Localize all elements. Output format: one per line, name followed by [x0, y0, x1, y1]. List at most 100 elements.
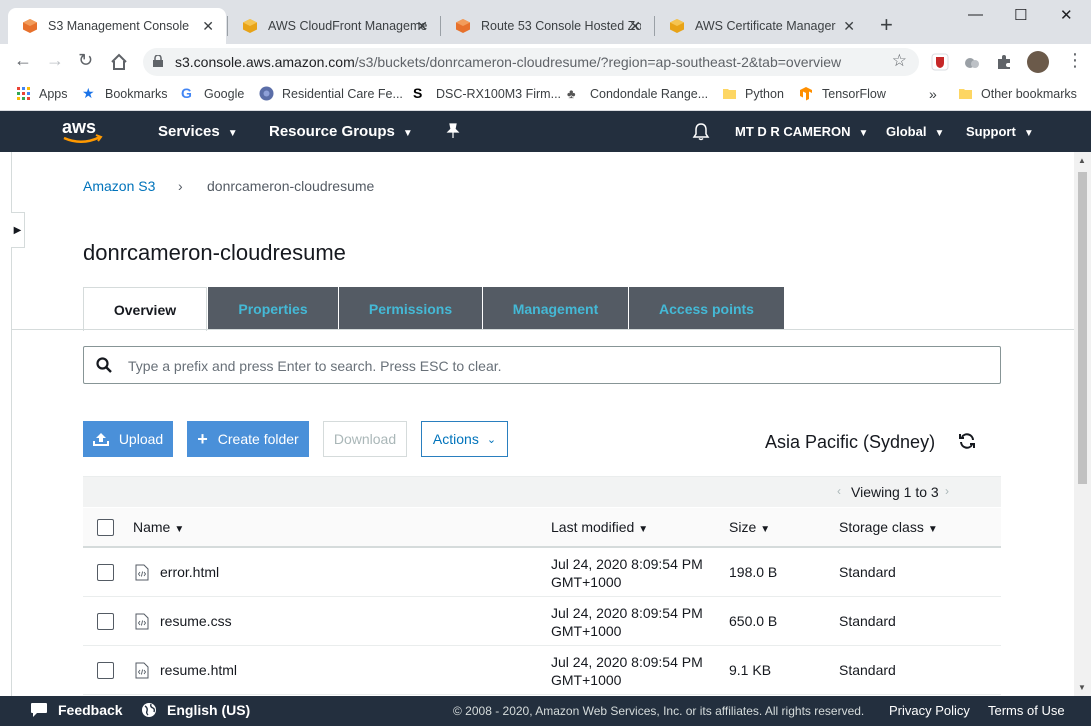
browser-tab-route53[interactable]: Route 53 Console Hosted Zo ✕ — [441, 8, 653, 44]
chevron-down-icon: ▼ — [1023, 128, 1034, 139]
search-icon — [96, 357, 112, 373]
bookmark-star-icon[interactable]: ☆ — [892, 51, 907, 71]
profile-avatar[interactable] — [1027, 51, 1049, 73]
column-size[interactable]: Size ▼ — [729, 519, 770, 535]
download-button[interactable]: Download — [323, 421, 407, 457]
tab-access-points[interactable]: Access points — [629, 287, 784, 330]
object-last-modified: Jul 24, 2020 8:09:54 PM GMT+1000 — [551, 654, 703, 688]
object-name[interactable]: error.html — [160, 564, 219, 580]
extension-shield-icon[interactable] — [931, 53, 949, 71]
tab-overview[interactable]: Overview — [83, 287, 207, 331]
window-close-icon[interactable]: ✕ — [1060, 6, 1073, 24]
sort-down-icon: ▼ — [174, 524, 185, 535]
privacy-policy-link[interactable]: Privacy Policy — [889, 703, 970, 718]
sort-down-icon: ▼ — [760, 524, 771, 535]
object-storage-class: Standard — [839, 662, 896, 678]
bookmark-other[interactable]: Other bookmarks — [958, 86, 1077, 101]
row-checkbox[interactable] — [97, 662, 114, 679]
upload-button[interactable]: Upload — [83, 421, 173, 457]
main-content: ▶ Amazon S3 › donrcameron-cloudresume do… — [0, 152, 1091, 696]
apps-grid-icon — [17, 87, 30, 100]
browser-tab-s3[interactable]: S3 Management Console ✕ — [8, 8, 226, 44]
object-name[interactable]: resume.html — [160, 662, 237, 678]
breadcrumb-root[interactable]: Amazon S3 — [83, 178, 155, 194]
reload-icon[interactable]: ↻ — [78, 50, 93, 71]
object-last-modified: Jul 24, 2020 8:09:54 PM GMT+1000 — [551, 605, 703, 639]
terms-of-use-link[interactable]: Terms of Use — [988, 703, 1065, 718]
row-checkbox[interactable] — [97, 564, 114, 581]
column-last-modified[interactable]: Last modified ▼ — [551, 519, 648, 535]
sidebar-toggle-icon[interactable]: ▶ — [11, 212, 25, 248]
globe-icon — [142, 703, 156, 717]
bookmark-residential-care[interactable]: Residential Care Fe... — [259, 86, 403, 101]
breadcrumb-separator: › — [178, 178, 183, 194]
bookmark-bookmarks[interactable]: ★ Bookmarks — [82, 86, 168, 101]
refresh-icon[interactable] — [958, 432, 976, 450]
tab-management[interactable]: Management — [483, 287, 628, 330]
bookmark-condondale[interactable]: ♣ Condondale Range... — [567, 86, 708, 101]
table-row[interactable]: error.html Jul 24, 2020 8:09:54 PM GMT+10… — [83, 548, 1001, 597]
close-icon[interactable]: ✕ — [416, 18, 428, 35]
extension-cloud-icon[interactable] — [963, 53, 981, 71]
row-checkbox[interactable] — [97, 613, 114, 630]
forward-icon[interactable]: → — [46, 50, 64, 71]
chevron-down-icon: ▼ — [858, 128, 869, 139]
browser-tab-cloudfront[interactable]: AWS CloudFront Manageme ✕ — [228, 8, 440, 44]
column-name[interactable]: Name ▼ — [133, 519, 184, 535]
next-page-icon[interactable]: › — [945, 484, 949, 498]
chevron-down-icon: ▼ — [227, 128, 238, 139]
back-icon[interactable]: ← — [14, 50, 32, 71]
object-last-modified: Jul 24, 2020 8:09:54 PM GMT+1000 — [551, 556, 703, 590]
bell-icon[interactable] — [692, 122, 710, 141]
table-row[interactable]: resume.css Jul 24, 2020 8:09:54 PM GMT+10… — [83, 597, 1001, 646]
bookmarks-bar: Apps ★ Bookmarks G Google Residential Ca… — [0, 80, 1091, 111]
maximize-icon[interactable]: ☐ — [1014, 6, 1027, 24]
language-selector[interactable]: English (US) — [141, 702, 250, 718]
tab-properties[interactable]: Properties — [208, 287, 338, 330]
minimize-icon[interactable]: — — [968, 6, 983, 23]
resource-groups-menu[interactable]: Resource Groups ▼ — [269, 123, 413, 140]
aws-logo[interactable]: aws — [60, 116, 106, 146]
more-bookmarks-chevron[interactable]: » — [929, 86, 937, 102]
browser-tab-acm[interactable]: AWS Certificate Manager ✕ — [655, 8, 867, 44]
folder-icon — [959, 89, 972, 99]
actions-dropdown[interactable]: Actions ⌄ — [421, 421, 508, 457]
address-bar[interactable]: s3.console.aws.amazon.com/s3/buckets/don… — [143, 48, 919, 76]
scrollbar-thumb[interactable] — [1078, 172, 1087, 484]
pin-icon[interactable] — [446, 123, 460, 139]
object-name[interactable]: resume.css — [160, 613, 232, 629]
bookmark-tensorflow[interactable]: TensorFlow — [799, 86, 886, 101]
support-menu[interactable]: Support ▼ — [966, 124, 1034, 139]
close-icon[interactable]: ✕ — [843, 18, 855, 35]
create-folder-button[interactable]: + Create folder — [187, 421, 309, 457]
close-icon[interactable]: ✕ — [202, 18, 214, 35]
puzzle-icon[interactable] — [995, 53, 1013, 71]
region-menu[interactable]: Global ▼ — [886, 124, 944, 139]
bookmark-apps[interactable]: Apps — [16, 86, 68, 101]
new-tab-icon[interactable]: + — [880, 14, 893, 36]
column-storage-class[interactable]: Storage class ▼ — [839, 519, 938, 535]
aws-route53-icon — [456, 19, 470, 33]
prefix-search-input[interactable]: Type a prefix and press Enter to search.… — [83, 346, 1001, 384]
kebab-menu-icon[interactable]: ⋮ — [1066, 50, 1084, 71]
bookmark-dsc[interactable]: S DSC-RX100M3 Firm... — [413, 86, 561, 101]
close-icon[interactable]: ✕ — [629, 18, 641, 35]
prev-page-icon[interactable]: ‹ — [837, 484, 841, 498]
object-storage-class: Standard — [839, 613, 896, 629]
home-icon[interactable] — [110, 53, 128, 71]
tab-permissions[interactable]: Permissions — [339, 287, 482, 330]
page-scrollbar[interactable]: ▲ ▼ — [1074, 152, 1091, 696]
scroll-down-icon[interactable]: ▼ — [1078, 683, 1086, 692]
region-label: Asia Pacific (Sydney) — [765, 432, 936, 452]
object-size: 9.1 KB — [729, 662, 772, 678]
bookmark-python[interactable]: Python — [722, 86, 784, 101]
table-row[interactable]: resume.html Jul 24, 2020 8:09:54 PM GMT+1… — [83, 646, 1001, 695]
bookmark-google[interactable]: G Google — [181, 86, 244, 101]
select-all-checkbox[interactable] — [97, 519, 114, 536]
folder-icon — [723, 89, 736, 99]
feedback-button[interactable]: Feedback — [30, 702, 123, 718]
services-menu[interactable]: Services ▼ — [158, 123, 238, 140]
scroll-up-icon[interactable]: ▲ — [1078, 156, 1086, 165]
google-icon: G — [181, 85, 192, 101]
account-menu[interactable]: MT D R CAMERON ▼ — [735, 124, 868, 139]
